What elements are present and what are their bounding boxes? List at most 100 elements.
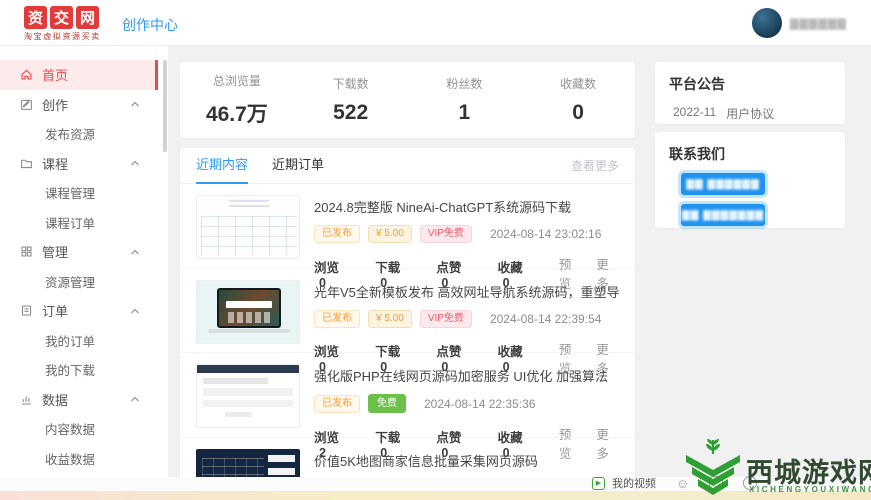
logo-tile: 网	[76, 6, 99, 29]
sidebar-item-label: 课程管理	[45, 187, 96, 202]
chevron-up-icon	[131, 160, 139, 166]
stat-label: 下载数	[332, 77, 369, 91]
chevron-up-icon	[131, 249, 139, 255]
my-video-label[interactable]: 我的视频	[612, 475, 656, 491]
sidebar-item-home[interactable]: 首页	[0, 60, 158, 90]
tabs-bar: 近期内容 近期订单 查看更多	[180, 148, 635, 184]
chevron-up-icon	[131, 396, 139, 402]
sidebar-item-manage[interactable]: 管理	[0, 237, 158, 267]
sidebar-item-my-orders[interactable]: 我的订单	[0, 326, 158, 356]
tab-recent-content[interactable]: 近期内容	[196, 148, 249, 184]
sidebar-item-label: 创作	[42, 97, 69, 113]
sidebar-scrollbar[interactable]	[163, 60, 167, 152]
logo-tile: 交	[50, 6, 73, 29]
folder-icon	[21, 159, 32, 168]
sidebar: 首页 创作 发布资源 课程 课程管理 课程订单 管理 资源管理 订单 我的订单 …	[0, 46, 168, 477]
sidebar-item-label: 管理	[42, 245, 69, 261]
stat-label: 收藏	[497, 345, 523, 359]
item-thumbnail[interactable]	[196, 195, 300, 259]
announcement-item[interactable]: 2022-11 用户协议	[669, 105, 831, 122]
medal-icon[interactable]	[743, 476, 758, 490]
content-card: 近期内容 近期订单 查看更多 2024.8完整版 NineAi-ChatGPT系…	[180, 148, 635, 500]
sidebar-item-label: 课程	[42, 156, 69, 172]
announcement-date: 2022-11	[673, 105, 717, 119]
announcement-card: 平台公告 2022-11 用户协议	[655, 62, 845, 124]
logo-tile: 资	[24, 6, 47, 29]
sidebar-item-label: 发布资源	[45, 128, 96, 143]
stat-label: 点赞	[436, 345, 462, 359]
sidebar-item-label: 内容数据	[45, 423, 96, 438]
sidebar-item-income-data[interactable]: 收益数据	[0, 444, 158, 474]
stat-label: 收藏数	[560, 77, 597, 91]
sidebar-item-label: 收益数据	[45, 452, 96, 467]
sidebar-item-create[interactable]: 创作	[0, 90, 158, 120]
sidebar-item-label: 课程订单	[45, 216, 96, 231]
item-title[interactable]: 2024.8完整版 NineAi-ChatGPT系统源码下载	[314, 197, 619, 216]
sidebar-item-course-manage[interactable]: 课程管理	[0, 178, 158, 208]
tab-recent-orders[interactable]: 近期订单	[272, 148, 324, 184]
item-thumbnail[interactable]	[196, 279, 300, 344]
list-item: 强化版PHP在线网页源码加密服务 UI优化 加强算法 已发布 免费 2024-0…	[180, 353, 635, 461]
sidebar-item-course-orders[interactable]: 课程订单	[0, 208, 158, 238]
list-item: 光年V5全新模板发布 高效网址导航系统源码，重塑导航体验 已发布 ¥ 5.00 …	[180, 269, 635, 376]
stat-label: 收藏	[497, 260, 523, 275]
stat-label: 总浏览量	[212, 74, 261, 88]
contact-button-label: ▇▇ ▇▇▇▇▇▇▇	[682, 209, 764, 221]
home-icon	[21, 69, 32, 80]
item-title[interactable]: 强化版PHP在线网页源码加密服务 UI优化 加强算法	[314, 366, 619, 385]
contact-card: 联系我们 ▇▇ ▇▇▇▇▇▇ ▇▇ ▇▇▇▇▇▇▇	[655, 132, 845, 228]
page: 资 交 网 淘宝虚拟资源买卖 创作中心 ▇▇▇▇▇▇ 首页 创作 发布资源 课程…	[0, 0, 871, 500]
grid-icon	[21, 246, 32, 257]
sidebar-item-label: 数据	[42, 392, 69, 408]
status-badge: 已发布	[314, 309, 360, 328]
stat-label: 点赞	[436, 430, 462, 445]
item-thumbnail[interactable]	[196, 364, 300, 428]
bottom-banner	[0, 491, 871, 500]
sidebar-item-label: 首页	[42, 68, 69, 84]
announcement-title: 平台公告	[669, 76, 725, 92]
contact-button-2[interactable]: ▇▇ ▇▇▇▇▇▇▇	[681, 204, 765, 226]
avatar[interactable]	[752, 8, 782, 38]
emoji-icon[interactable]: ☺	[676, 477, 689, 490]
vip-badge: VIP免费	[419, 225, 472, 243]
item-date: 2024-08-14 22:39:54	[489, 311, 602, 326]
chart-icon	[22, 396, 31, 405]
status-badge: 已发布	[314, 225, 360, 243]
stat-label: 点赞	[436, 260, 462, 275]
play-icon[interactable]: ▶	[592, 476, 605, 490]
stat-label: 收藏	[497, 430, 523, 445]
stat-downloads: 下载数 522	[294, 75, 408, 125]
sidebar-item-publish-resource[interactable]: 发布资源	[0, 119, 158, 149]
document-icon	[21, 305, 32, 316]
view-more-link[interactable]: 查看更多	[571, 157, 619, 174]
sidebar-item-label: 资源管理	[45, 275, 96, 290]
item-title[interactable]: 光年V5全新模板发布 高效网址导航系统源码，重塑导航体验	[314, 282, 619, 301]
sidebar-item-my-downloads[interactable]: 我的下载	[0, 355, 158, 385]
sidebar-item-content-data[interactable]: 内容数据	[0, 414, 158, 444]
creator-center-link[interactable]: 创作中心	[122, 15, 178, 35]
username[interactable]: ▇▇▇▇▇▇	[790, 17, 847, 30]
stat-label: 下载	[375, 430, 401, 445]
sidebar-item-data[interactable]: 数据	[0, 385, 158, 415]
vip-badge: VIP免费	[419, 309, 472, 328]
item-title[interactable]: 价值5K地图商家信息批量采集网页源码	[314, 451, 619, 470]
stat-value: 0	[572, 101, 584, 124]
sidebar-item-label: 我的订单	[45, 334, 96, 349]
contact-button-1[interactable]: ▇▇ ▇▇▇▇▇▇	[681, 173, 765, 195]
item-date: 2024-08-14 23:02:16	[489, 227, 602, 241]
stat-total-views: 总浏览量 46.7万	[180, 72, 294, 128]
site-logo[interactable]: 资 交 网 淘宝虚拟资源买卖	[24, 6, 101, 42]
sidebar-item-resource-manage[interactable]: 资源管理	[0, 267, 158, 297]
list-item: 2024.8完整版 NineAi-ChatGPT系统源码下载 已发布 ¥ 5.0…	[180, 184, 635, 291]
stat-label: 下载	[375, 345, 401, 359]
stat-label: 粉丝数	[446, 77, 483, 91]
stats-card: 总浏览量 46.7万 下载数 522 粉丝数 1 收藏数 0	[180, 62, 635, 138]
stat-fans: 粉丝数 1	[408, 75, 522, 125]
sidebar-item-course[interactable]: 课程	[0, 149, 158, 179]
stat-label: 下载	[375, 260, 401, 275]
sidebar-item-orders[interactable]: 订单	[0, 296, 158, 326]
stat-value: 1	[458, 101, 471, 124]
video-controls: ▶ 我的视频 ☺ ◇	[592, 475, 758, 491]
free-badge: 免费	[368, 394, 406, 413]
diamond-badge-icon[interactable]: ◇	[709, 476, 724, 490]
